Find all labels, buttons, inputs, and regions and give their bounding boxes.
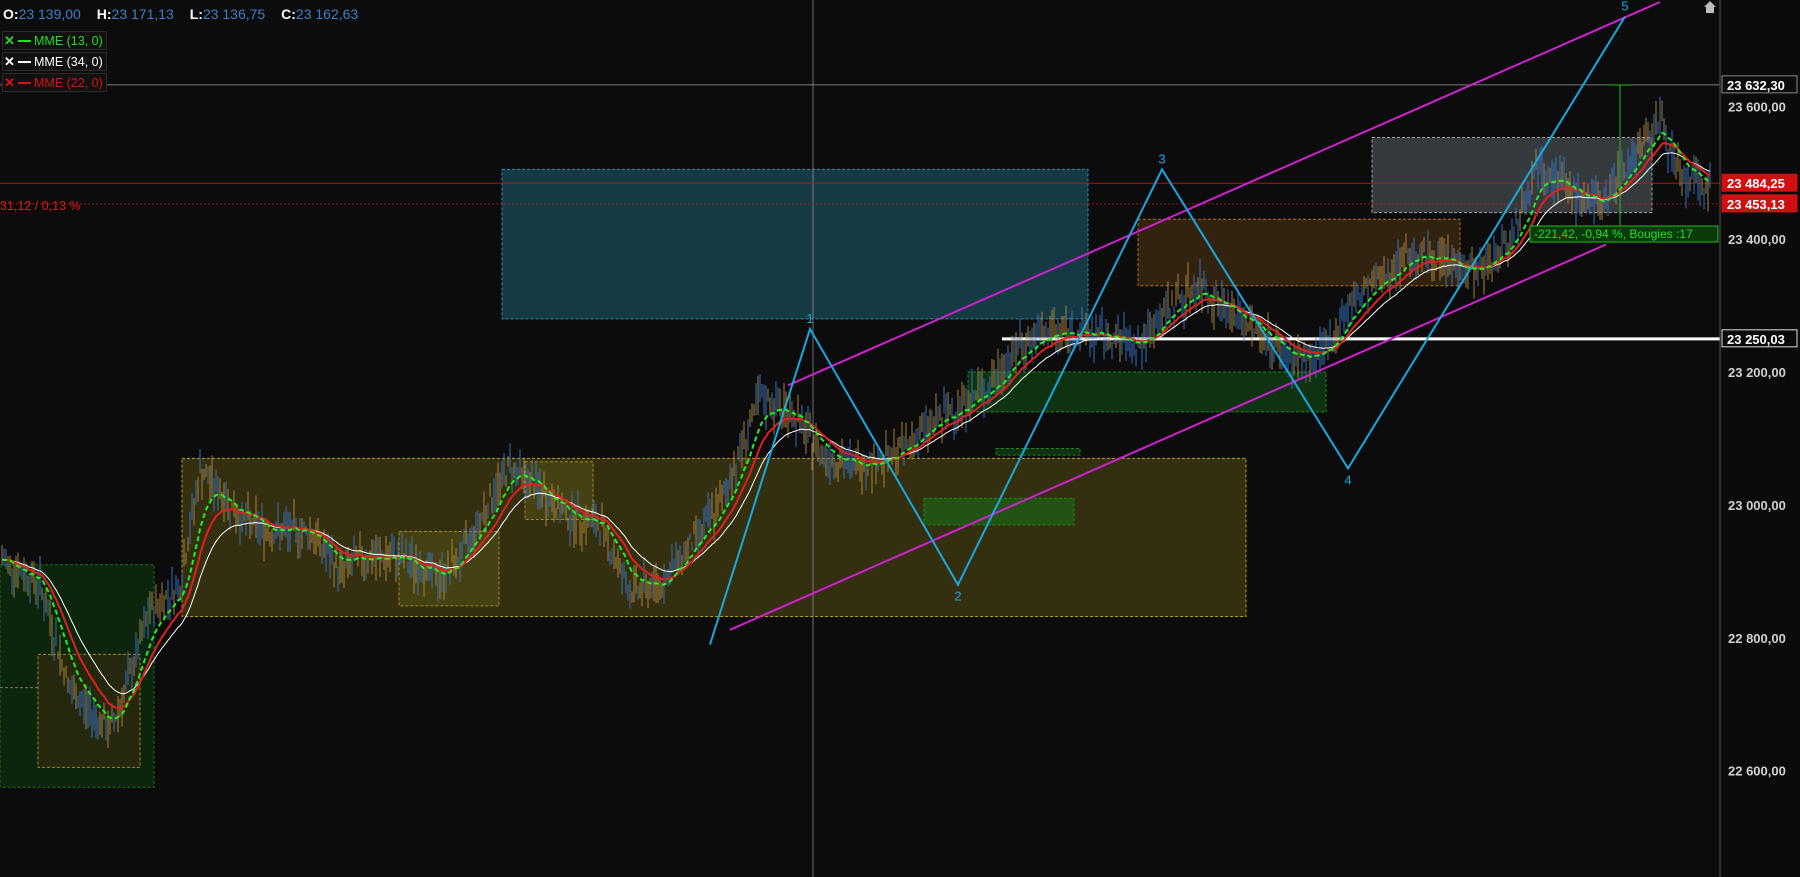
indicator-label: MME (22, 0) [34, 75, 103, 90]
axis-tick-label: 23 400,00 [1728, 232, 1786, 247]
remove-indicator-icon[interactable]: ✕ [3, 75, 16, 91]
wave-label: 3 [1158, 151, 1165, 166]
indicator-mme-34[interactable]: ✕ MME (34, 0) [2, 52, 107, 71]
high-value: 23 171,13 [111, 6, 174, 22]
axis-tick-label: 23 600,00 [1728, 99, 1786, 114]
price-axis[interactable]: 23 600,00 23 400,00 23 200,00 23 000,00 22 8… [1719, 0, 1800, 877]
close-label: C: [281, 6, 296, 22]
indicator-label: MME (34, 0) [34, 54, 103, 69]
axis-background [1720, 0, 1800, 877]
plot-background [0, 0, 1720, 877]
axis-tick-label: 23 200,00 [1728, 365, 1786, 380]
indicator-swatch [18, 75, 31, 84]
indicator-swatch [18, 33, 31, 42]
prev-price-tag-label: 23 453,13 [1727, 197, 1785, 212]
axis-tick-label: 22 600,00 [1728, 764, 1786, 779]
close-value: 23 162,63 [295, 6, 359, 22]
measure-label: -221,42, -0,94 %, Bougies :17 [1534, 227, 1693, 241]
zone-rect [501, 168, 1089, 320]
zone-rect [995, 447, 1081, 456]
high-label: H: [96, 6, 112, 22]
open-label: O: [3, 6, 19, 22]
indicator-swatch [18, 54, 31, 63]
indicator-mme-13[interactable]: ✕ MME (13, 0) [2, 31, 107, 50]
crosshair-price-tag-label: 23 632,30 [1727, 78, 1785, 93]
ohlc-readout: O:23 139,00 H:23 171,13 L:23 136,75 C:23… [3, 6, 358, 22]
indicator-mme-22[interactable]: ✕ MME (22, 0) [2, 73, 107, 92]
support-price-tag-label: 23 250,03 [1727, 332, 1785, 347]
wave-label: 4 [1344, 472, 1351, 487]
axis-tick-label: 23 000,00 [1728, 498, 1786, 513]
low-value: 23 136,75 [202, 6, 266, 22]
wave-label: 1 [806, 311, 813, 326]
last-price-tag-label: 23 484,25 [1727, 176, 1785, 191]
variation-label: 31,12 / 0,13 % [0, 199, 81, 213]
low-label: L: [189, 6, 203, 22]
indicator-label: MME (13, 0) [34, 33, 103, 48]
price-chart[interactable]: 1 2 3 4 5 -221,42, -0,94 %, Bougies :17 23 60… [0, 0, 1800, 877]
remove-indicator-icon[interactable]: ✕ [3, 33, 16, 49]
open-value: 23 139,00 [18, 6, 81, 22]
remove-indicator-icon[interactable]: ✕ [3, 54, 16, 70]
wave-label: 2 [954, 589, 961, 604]
wave-label: 5 [1621, 0, 1628, 14]
axis-tick-label: 22 800,00 [1728, 631, 1786, 646]
home-icon[interactable] [1703, 0, 1717, 14]
zone-rect [524, 461, 594, 521]
